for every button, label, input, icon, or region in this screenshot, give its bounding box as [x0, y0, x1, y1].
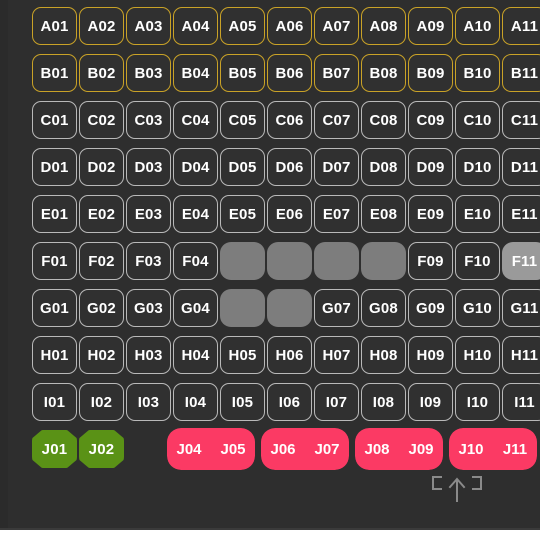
entrance-arrow-icon — [428, 474, 486, 504]
marker-layer — [0, 0, 540, 530]
page-bottom-bar — [0, 530, 540, 540]
seat-map-canvas[interactable]: A01 A02 A03 A04 A05 A06 A07 A08 A09 A10 A11 B01 B02 B… — [0, 0, 540, 530]
seat-map-page: A01 A02 A03 A04 A05 A06 A07 A08 A09 A10 A11 B01 B02 B… — [0, 0, 540, 540]
